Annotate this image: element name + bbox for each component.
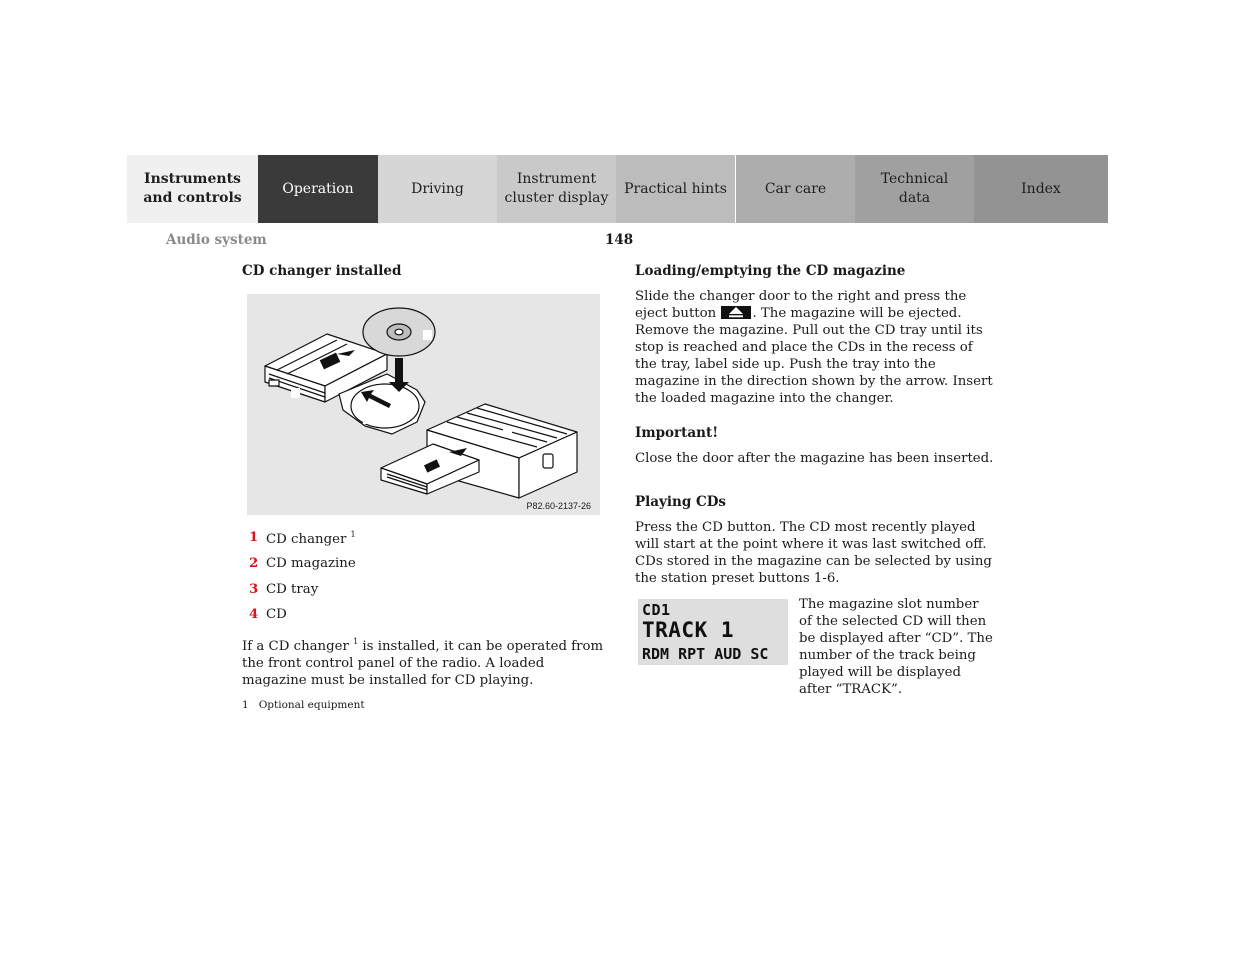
- playing-heading: Playing CDs: [635, 494, 727, 510]
- legend-number: 2: [249, 556, 259, 571]
- callout-marker-2: [291, 388, 300, 398]
- tab-car-care[interactable]: Car care: [736, 155, 855, 223]
- section-label: Audio system: [166, 232, 267, 248]
- tab-driving[interactable]: Driving: [378, 155, 497, 223]
- cd-changer-heading: CD changer installed: [242, 263, 402, 279]
- legend-number: 3: [249, 582, 259, 597]
- legend-text: CD tray: [266, 582, 319, 597]
- radio-display: CD1 TRACK 1 RDM RPT AUD SC: [638, 599, 788, 665]
- legend-number: 1: [249, 530, 259, 545]
- cd-changer-drawing: [264, 307, 578, 499]
- important-paragraph: Close the door after the magazine has be…: [635, 451, 994, 466]
- footnote-text: Optional equipment: [258, 699, 365, 711]
- loading-paragraph: Slide the changer door to the right and …: [635, 289, 993, 406]
- chapter-tabs: Instruments and controls Operation Drivi…: [127, 155, 1108, 223]
- footnote-number: 1: [242, 699, 249, 711]
- callout-marker-1: [503, 426, 512, 436]
- legend-number: 4: [249, 607, 259, 622]
- tab-practical-hints[interactable]: Practical hints: [616, 155, 736, 223]
- tab-instruments-and-controls[interactable]: Instruments and controls: [127, 155, 258, 223]
- tab-operation[interactable]: Operation: [258, 155, 378, 223]
- callout-marker-3: [363, 414, 372, 424]
- tab-instrument-cluster-display[interactable]: Instrument cluster display: [497, 155, 616, 223]
- footnote-marker: 1: [350, 530, 356, 539]
- display-caption: The magazine slot number of the selected…: [799, 597, 993, 697]
- loading-heading: Loading/emptying the CD magazine: [635, 263, 906, 279]
- tab-index[interactable]: Index: [974, 155, 1108, 223]
- figure-code: P82.60-2137-26: [526, 501, 591, 511]
- right-column: Loading/emptying the CD magazine Slide t…: [635, 262, 995, 587]
- legend-text: CD: [266, 607, 287, 622]
- display-line-track: TRACK 1: [642, 618, 735, 642]
- display-line-functions: RDM RPT AUD SC: [642, 645, 769, 663]
- left-column: CD changer installed: [242, 262, 607, 280]
- callout-marker-4: [423, 330, 432, 340]
- footnote: 1 Optional equipment: [242, 699, 365, 711]
- legend-text: CD magazine: [266, 556, 356, 571]
- display-line-cd: CD1: [642, 601, 671, 619]
- eject-icon: [721, 306, 752, 319]
- legend-text: CD changer: [266, 532, 347, 547]
- cd-changer-paragraph: If a CD changer 1 is installed, it can b…: [242, 637, 604, 688]
- playing-paragraph: Press the CD button. The CD most recentl…: [635, 520, 992, 586]
- page-number: 148: [605, 232, 634, 248]
- tab-technical-data[interactable]: Technical data: [855, 155, 974, 223]
- cd-changer-illustration: P82.60-2137-26: [247, 294, 600, 515]
- important-heading: Important!: [635, 425, 719, 441]
